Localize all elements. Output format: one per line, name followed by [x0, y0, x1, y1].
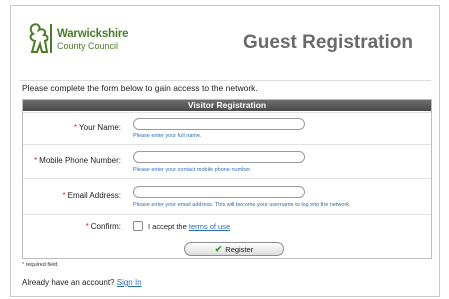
page-title: Guest Registration [243, 32, 413, 53]
mobile-phone-label: * Mobile Phone Number: [34, 156, 121, 165]
intro-text: Please complete the form below to gain a… [22, 83, 258, 93]
terms-of-use-link[interactable]: terms of use [189, 222, 230, 231]
register-label: Register [225, 245, 254, 254]
logo-line-1: Warwickshire [57, 28, 129, 40]
required-star: * [34, 156, 38, 165]
required-star: * [22, 262, 25, 268]
warwickshire-logo: Warwickshire County Council [27, 22, 167, 62]
logo-line-2: County Council [57, 41, 119, 51]
sign-in-link[interactable]: Sign In [117, 278, 142, 287]
already-have-account: Already have an account? Sign In [22, 278, 142, 287]
row-mobile-phone: * Mobile Phone Number: Please enter your … [23, 144, 431, 178]
terms-checkbox[interactable] [133, 221, 143, 231]
your-name-input[interactable] [133, 118, 305, 130]
mobile-phone-hint: Please enter your contact mobile phone n… [133, 167, 252, 173]
confirm-label: * Confirm: [85, 222, 121, 231]
row-confirm: * Confirm: I accept the terms of use [23, 214, 431, 238]
row-your-name: * Your Name: Please enter your full name. [23, 112, 431, 144]
header: Warwickshire County Council Guest Regist… [11, 6, 439, 78]
required-star: * [62, 191, 66, 200]
visitor-registration-panel: Visitor Registration * Your Name: Please … [22, 99, 432, 259]
register-button[interactable]: ✔ Register [184, 242, 284, 256]
header-divider [19, 80, 431, 81]
your-name-hint: Please enter your full name. [133, 133, 202, 139]
row-email: * Email Address: Please enter your email … [23, 178, 431, 214]
check-icon: ✔ [214, 244, 223, 254]
mobile-phone-input[interactable] [133, 151, 305, 163]
terms-text: I accept the terms of use [148, 222, 231, 231]
bear-and-ragged-staff-logo-icon [29, 23, 52, 53]
email-label: * Email Address: [62, 191, 121, 200]
required-star: * [73, 123, 78, 132]
panel-header: Visitor Registration [23, 100, 431, 111]
email-hint: Please enter your email address. This wi… [133, 202, 351, 208]
email-input[interactable] [133, 186, 305, 198]
required-star: * [85, 222, 89, 231]
your-name-label: * Your Name: [73, 123, 121, 132]
required-field-note: * required field [22, 262, 58, 268]
